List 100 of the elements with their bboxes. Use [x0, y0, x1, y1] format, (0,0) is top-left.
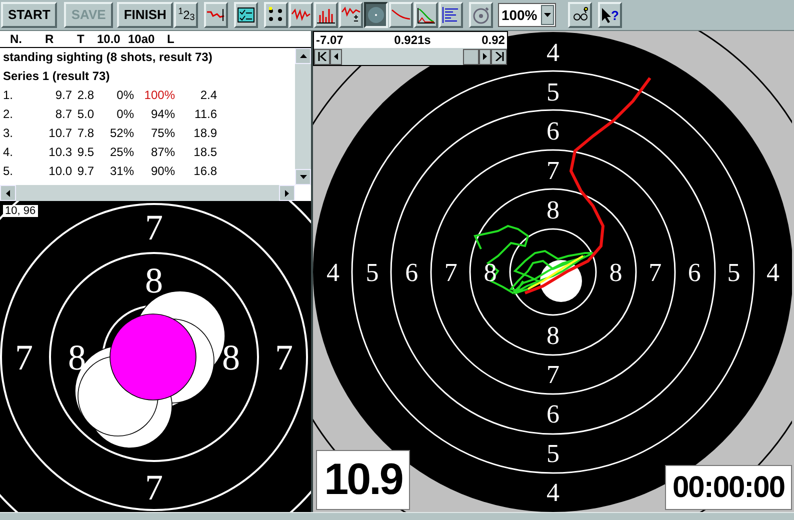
pointer-icon — [602, 8, 611, 22]
first-button[interactable] — [314, 48, 330, 64]
table-cell-text: 90% — [150, 163, 175, 180]
ring-number: 7 — [145, 468, 163, 508]
left-arrow-icon — [334, 53, 338, 60]
ring-number: 8 — [609, 258, 622, 288]
table-cell-text: 18.9 — [194, 125, 217, 142]
zoom-select[interactable]: 100% — [498, 3, 556, 27]
ring-number: 7 — [444, 258, 458, 288]
table-cell-text: 9.7 — [55, 87, 72, 104]
timer-display: 00:00:00 — [665, 465, 792, 510]
document-button[interactable] — [234, 2, 258, 28]
ring-number: 8 — [546, 195, 560, 224]
down-arrow-icon — [300, 175, 306, 179]
ring-number: 4 — [546, 38, 560, 68]
ring-number: 6 — [546, 400, 560, 428]
ring-number: 4 — [766, 258, 780, 288]
column-header: T — [77, 31, 84, 47]
table-cell-text: 7.8 — [77, 125, 94, 142]
next-button[interactable] — [479, 48, 491, 64]
chart-line-button[interactable] — [204, 2, 228, 28]
table-cell-text: 2.8 — [77, 87, 94, 104]
current-time: 0.921s — [394, 32, 431, 49]
table-cell-text: 5. — [3, 163, 14, 180]
ring-number: 7 — [15, 338, 33, 378]
start-time: -7.07 — [316, 32, 344, 49]
table-cell-text: 3. — [3, 125, 14, 142]
ring-number: 6 — [688, 258, 701, 288]
area-chart-icon — [416, 6, 436, 24]
coordinates-label: 10, 96 — [3, 205, 38, 217]
previous-button[interactable] — [330, 48, 342, 64]
ring-number: 8 — [222, 338, 240, 378]
table-cell-text: 9.5 — [77, 144, 94, 161]
shot-hole — [540, 260, 582, 302]
table-cell-text: 10.0 — [48, 163, 72, 180]
table-cell-text: 10.3 — [48, 144, 72, 161]
column-header: 10a0 — [128, 31, 155, 47]
ring-number: 4 — [326, 258, 340, 288]
toolbar-button[interactable]: START — [1, 2, 58, 28]
score-display: 10.9 — [316, 450, 410, 510]
table-cell-text: 4. — [3, 144, 14, 161]
waveform-plus-minus-icon — [341, 6, 362, 24]
target-icon — [366, 6, 386, 24]
ring-number: 7 — [648, 258, 662, 288]
ring-number: 7 — [546, 360, 560, 390]
document-icon — [236, 6, 256, 24]
right-arrow-icon — [285, 190, 289, 196]
table-cell-text: 52% — [110, 125, 134, 142]
falling-curve-button[interactable] — [389, 2, 414, 28]
ring-number: 8 — [145, 260, 163, 301]
table-cell-text: 75% — [150, 125, 175, 142]
ring-number: 8 — [484, 258, 497, 288]
column-header: L — [167, 31, 174, 47]
skip-start-icon — [318, 52, 326, 61]
numbering-button[interactable]: $^{1}$2$_{3}$ — [174, 2, 198, 28]
column-header: R — [45, 31, 54, 47]
waveform-plus-minus-button[interactable] — [339, 2, 364, 28]
end-time: 0.92 — [482, 32, 505, 49]
dots-button[interactable] — [264, 2, 288, 28]
target-settings-button[interactable] — [469, 2, 494, 28]
time-scrollbar[interactable] — [314, 48, 507, 65]
waveform-button[interactable] — [289, 2, 314, 28]
scroll-thumb[interactable] — [463, 48, 479, 64]
glasses-button[interactable] — [568, 2, 592, 28]
table-cell-text: 25% — [110, 144, 134, 161]
series-title: standing sighting (8 shots, result 73) — [3, 50, 212, 64]
table-cell-text: 0% — [116, 106, 134, 123]
column-header: N. — [10, 31, 22, 47]
ring-number: 5 — [727, 258, 740, 288]
table-cell-text: 87% — [150, 144, 175, 161]
table-cell-text: 5.0 — [77, 106, 94, 123]
up-arrow-icon — [300, 54, 306, 58]
chart-line-icon — [206, 6, 226, 24]
list-lines-button[interactable] — [439, 2, 464, 28]
table-cell-text: 11.6 — [194, 106, 217, 123]
toolbar-button[interactable]: FINISH — [116, 2, 174, 28]
ring-number: 7 — [546, 156, 560, 185]
ring-number: 6 — [546, 116, 560, 146]
ring-number: 8 — [68, 338, 86, 378]
horizontal-scrollbar[interactable] — [0, 185, 295, 201]
area-chart-button[interactable] — [414, 2, 438, 28]
ring-number: 5 — [546, 438, 560, 468]
dropdown-arrow-icon — [544, 13, 552, 17]
help-button[interactable]: ? — [598, 2, 622, 28]
table-cell-text: 8.7 — [55, 106, 72, 123]
bar-chart-icon — [316, 6, 336, 24]
shot-trace — [528, 255, 584, 290]
left-arrow-icon — [6, 190, 10, 196]
ring-number: 4 — [546, 478, 560, 508]
table-cell-text: 100% — [144, 87, 175, 104]
skip-end-icon — [494, 52, 504, 61]
series-title: Series 1 (result 73) — [3, 69, 110, 83]
table-cell-text: 2. — [3, 106, 14, 123]
vertical-scrollbar[interactable] — [295, 48, 311, 185]
ring-number: 8 — [546, 320, 560, 350]
ring-number: 7 — [275, 338, 293, 378]
target-button[interactable] — [364, 2, 388, 28]
bar-chart-button[interactable] — [314, 2, 338, 28]
last-button[interactable] — [491, 48, 507, 64]
table-cell-text: 18.5 — [194, 144, 217, 161]
